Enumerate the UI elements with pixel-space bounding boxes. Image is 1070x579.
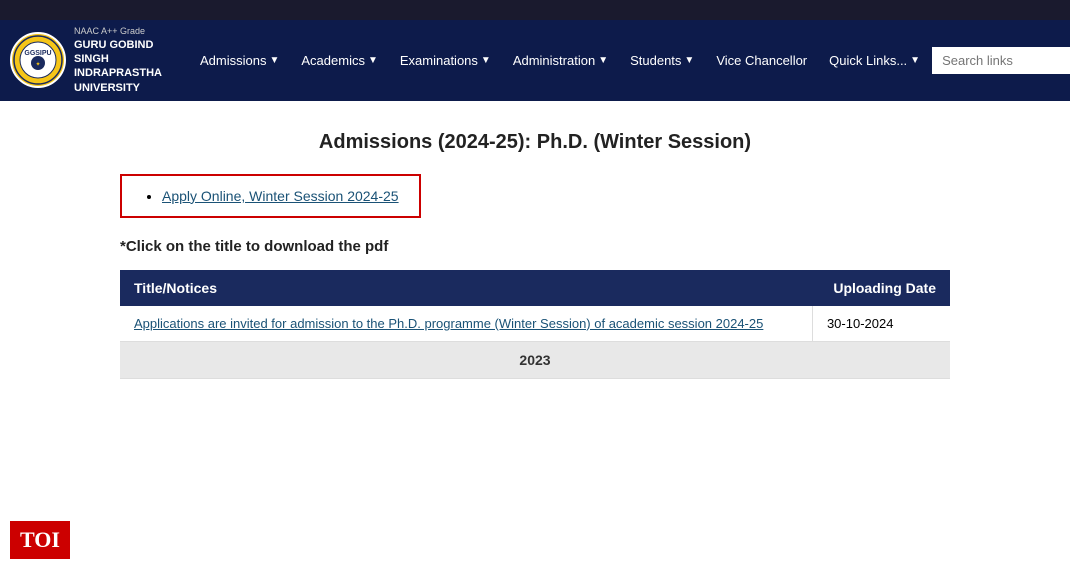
- svg-text:GGSIPU: GGSIPU: [24, 50, 51, 57]
- col-title: Title/Notices: [120, 270, 812, 306]
- nav-quick-links[interactable]: Quick Links... ▼: [819, 45, 930, 76]
- university-logo: GGSIPU ✦: [10, 32, 66, 88]
- table-header-row: Title/Notices Uploading Date: [120, 270, 950, 306]
- notices-table: Title/Notices Uploading Date Application…: [120, 270, 950, 379]
- main-content: Admissions (2024-25): Ph.D. (Winter Sess…: [60, 101, 1010, 399]
- apply-online-box: Apply Online, Winter Session 2024-25: [120, 174, 421, 218]
- nav-quick-links-arrow: ▼: [910, 55, 920, 66]
- logo-area: GGSIPU ✦ NAAC A++ Grade GURU GOBIND SING…: [10, 26, 180, 95]
- nav-examinations-arrow: ▼: [481, 55, 491, 66]
- top-bar: [0, 0, 1070, 20]
- click-note: *Click on the title to download the pdf: [120, 238, 950, 255]
- notice-date-cell: 30-10-2024: [812, 306, 950, 342]
- page-title: Admissions (2024-25): Ph.D. (Winter Sess…: [120, 131, 950, 154]
- notice-link[interactable]: Applications are invited for admission t…: [134, 316, 763, 331]
- col-date: Uploading Date: [812, 270, 950, 306]
- svg-text:✦: ✦: [35, 61, 40, 68]
- apply-online-link[interactable]: Apply Online, Winter Session 2024-25: [162, 188, 399, 204]
- toi-badge[interactable]: TOI: [10, 521, 70, 559]
- nav-students-arrow: ▼: [684, 55, 694, 66]
- search-input[interactable]: [932, 47, 1070, 74]
- nav-students[interactable]: Students ▼: [620, 45, 704, 76]
- table-row: Applications are invited for admission t…: [120, 306, 950, 342]
- nav-academics[interactable]: Academics ▼: [291, 45, 387, 76]
- university-name-text: NAAC A++ Grade GURU GOBIND SINGH INDRAPR…: [74, 26, 180, 95]
- main-nav: Admissions ▼ Academics ▼ Examinations ▼ …: [190, 45, 1070, 77]
- header: GGSIPU ✦ NAAC A++ Grade GURU GOBIND SING…: [0, 20, 1070, 101]
- nav-administration-arrow: ▼: [598, 55, 608, 66]
- year-section-cell: 2023: [120, 341, 950, 378]
- year-section-row: 2023: [120, 341, 950, 378]
- nav-examinations[interactable]: Examinations ▼: [390, 45, 501, 76]
- nav-vice-chancellor[interactable]: Vice Chancellor: [706, 45, 817, 77]
- notice-title-cell: Applications are invited for admission t…: [120, 306, 812, 342]
- nav-administration[interactable]: Administration ▼: [503, 45, 618, 76]
- nav-admissions[interactable]: Admissions ▼: [190, 45, 289, 76]
- nav-academics-arrow: ▼: [368, 55, 378, 66]
- nav-admissions-arrow: ▼: [269, 55, 279, 66]
